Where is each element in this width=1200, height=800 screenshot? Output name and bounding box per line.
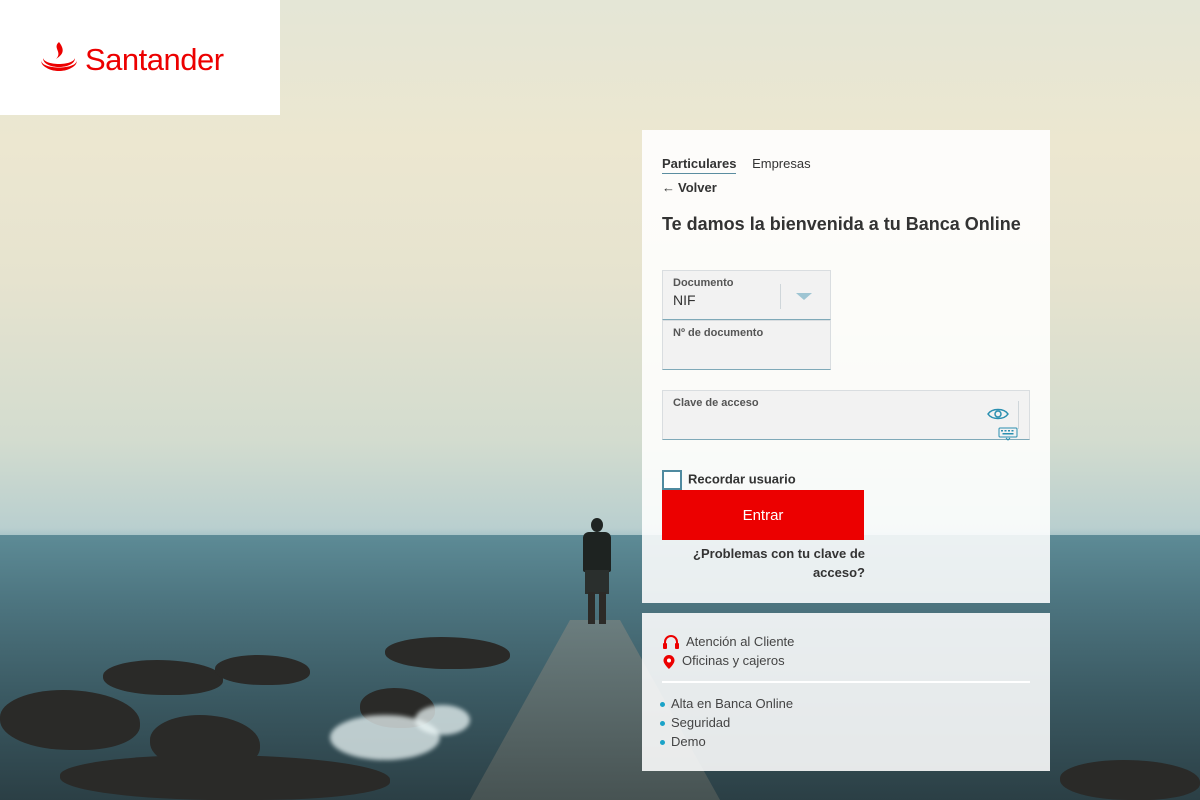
rock <box>1060 760 1200 800</box>
tabs: Particulares Empresas <box>662 156 823 174</box>
back-link[interactable]: ← Volver <box>662 180 717 195</box>
rock <box>385 637 510 669</box>
document-number-label: Nº de documento <box>673 327 764 339</box>
offices-label: Oficinas y cajeros <box>682 653 785 668</box>
remember-user[interactable]: Recordar usuario <box>662 470 796 490</box>
arrow-left-icon: ← <box>662 180 675 195</box>
bullet-icon <box>660 702 665 708</box>
customer-service-link[interactable]: Atención al Cliente <box>662 634 794 651</box>
list-item[interactable]: Seguridad <box>660 715 730 730</box>
list-item[interactable]: Demo <box>660 734 706 749</box>
login-button[interactable]: Entrar <box>662 490 864 540</box>
customer-service-label: Atención al Cliente <box>686 634 795 649</box>
remember-checkbox[interactable] <box>662 470 682 490</box>
divider <box>780 284 781 309</box>
password-field[interactable]: Clave de acceso <box>662 390 1030 441</box>
divider <box>662 681 1030 683</box>
list-item[interactable]: Alta en Banca Online <box>660 696 793 711</box>
password-label: Clave de acceso <box>673 397 759 409</box>
document-type-select[interactable]: Documento NIF <box>662 270 831 320</box>
link-label: Demo <box>671 734 706 749</box>
offices-link[interactable]: Oficinas y cajeros <box>662 653 785 670</box>
bullet-icon <box>660 740 665 746</box>
document-type-label: Documento <box>673 277 734 289</box>
eye-icon[interactable] <box>987 407 1009 421</box>
rock <box>103 660 223 695</box>
logo-area[interactable]: Santander <box>0 0 280 115</box>
standing-person <box>582 518 612 626</box>
page-title: Te damos la bienvenida a tu Banca Online <box>662 214 1021 234</box>
headset-icon <box>663 634 679 649</box>
login-panel: Particulares Empresas ← Volver Te damos l… <box>642 130 1050 603</box>
brand-name: Santander <box>85 42 224 77</box>
help-panel: Atención al Cliente Oficinas y cajeros A… <box>642 613 1050 771</box>
back-label: Volver <box>678 180 717 195</box>
link-label: Seguridad <box>671 715 731 730</box>
document-number-field[interactable]: Nº de documento <box>662 320 831 370</box>
tab-particulares[interactable]: Particulares <box>662 156 737 174</box>
divider <box>1018 401 1019 429</box>
remember-label: Recordar usuario <box>688 471 796 487</box>
tab-empresas[interactable]: Empresas <box>752 156 811 173</box>
document-type-value: NIF <box>673 292 696 308</box>
wave-foam <box>415 705 470 735</box>
password-problems-link[interactable]: ¿Problemas con tu clave de acceso? <box>662 544 865 582</box>
chevron-down-icon[interactable] <box>796 293 812 300</box>
rock <box>215 655 310 685</box>
bullet-icon <box>660 721 665 727</box>
map-pin-icon <box>663 654 675 669</box>
santander-flame-icon <box>41 42 77 71</box>
keyboard-icon[interactable] <box>998 427 1018 441</box>
link-label: Alta en Banca Online <box>671 696 794 711</box>
